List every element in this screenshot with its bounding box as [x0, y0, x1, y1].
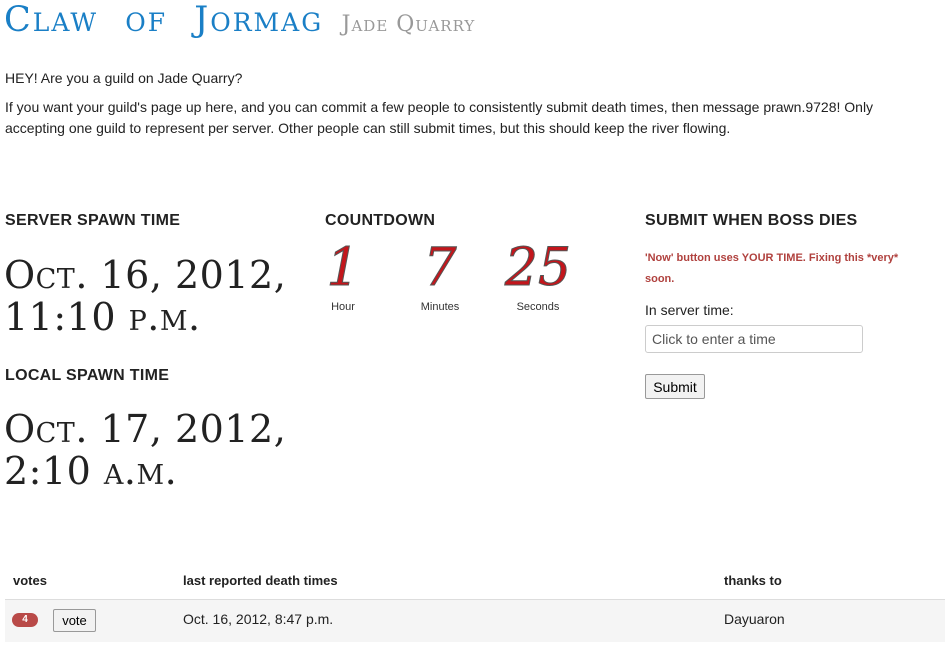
countdown-minutes: 7 — [423, 238, 457, 299]
submit-button[interactable]: Submit — [645, 374, 705, 399]
local-spawn-date: Oct. 17, 2012, 2:10 a.m. — [4, 408, 286, 492]
votes-column-header: votes — [13, 573, 47, 588]
site-header: Claw of Jormag Jade Quarry — [4, 0, 475, 40]
local-spawn-date-line2: 2:10 a.m. — [4, 449, 178, 493]
countdown-seconds: 25 — [504, 238, 572, 299]
submit-heading: SUBMIT WHEN BOSS DIES — [645, 212, 858, 229]
countdown-seconds-label: Seconds — [516, 301, 560, 313]
death-time-input[interactable] — [645, 325, 863, 353]
countdown-hours: 1 — [326, 238, 360, 299]
table-row — [5, 599, 945, 642]
server-spawn-date-line1: Oct. 16, 2012, — [4, 253, 287, 297]
thanks-column-header: thanks to — [724, 573, 782, 588]
boss-title: Claw of Jormag — [4, 0, 324, 40]
intro-question: HEY! Are you a guild on Jade Quarry? — [5, 70, 243, 86]
server-spawn-date: Oct. 16, 2012, 11:10 p.m. — [4, 254, 286, 338]
server-spawn-heading: SERVER SPAWN TIME — [5, 212, 181, 229]
countdown-hours-label: Hour — [331, 301, 355, 313]
server-name: Jade Quarry — [341, 12, 476, 37]
intro-message: If you want your guild's page up here, a… — [5, 99, 874, 136]
local-spawn-heading: LOCAL SPAWN TIME — [5, 367, 170, 384]
countdown-minutes-label: Minutes — [420, 301, 460, 313]
intro-section: HEY! Are you a guild on Jade Quarry? If … — [5, 68, 920, 147]
vote-count-badge: 4 — [12, 613, 38, 627]
thanks-cell: Dayuaron — [724, 611, 785, 627]
death-time-cell: Oct. 16, 2012, 8:47 p.m. — [183, 611, 334, 627]
server-time-label: In server time: — [645, 302, 734, 318]
death-times-column-header: last reported death times — [183, 573, 338, 588]
server-spawn-date-line2: 11:10 p.m. — [4, 295, 201, 339]
time-warning: 'Now' button uses YOUR TIME. Fixing this… — [645, 252, 899, 285]
vote-button[interactable]: vote — [53, 609, 96, 632]
local-spawn-date-line1: Oct. 17, 2012, — [4, 407, 287, 451]
countdown-heading: COUNTDOWN — [325, 212, 436, 229]
